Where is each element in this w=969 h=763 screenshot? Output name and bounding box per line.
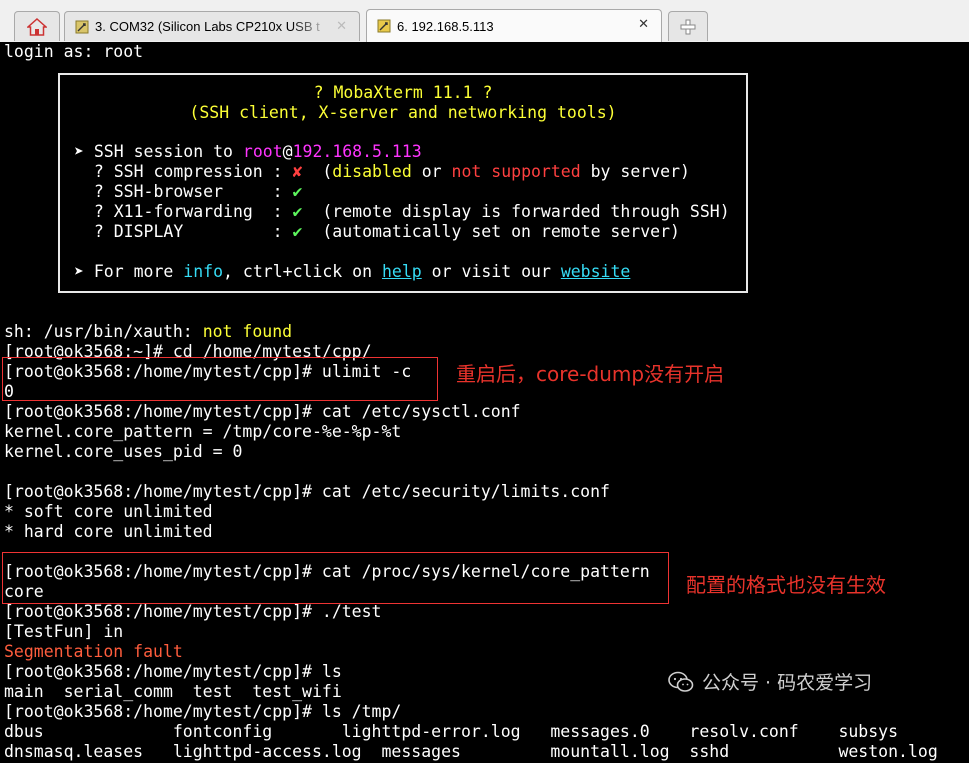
tab-bar: 3. COM32 (Silicon Labs CP210x USB t ✕ 6.… bbox=[0, 0, 969, 43]
session-user: root bbox=[242, 142, 283, 161]
annotation-note-2: 配置的格式也没有生效 bbox=[686, 573, 886, 597]
browser-label: ? SSH-browser : bbox=[74, 182, 293, 201]
tab-label: 6. 192.168.5.113 bbox=[397, 18, 494, 34]
terminal-line: kernel.core_pattern = /tmp/core-%e-%p-%t bbox=[4, 422, 402, 441]
annotation-note-1: 重启后，core-dump没有开启 bbox=[456, 362, 725, 386]
display-note: (automatically set on remote server) bbox=[302, 222, 680, 241]
terminal-line: [root@ok3568:/home/mytest/cpp]# ls /tmp/ bbox=[4, 702, 402, 721]
x11-line: ? X11-forwarding : ✔ (remote display is … bbox=[74, 202, 730, 222]
terminal-line: login as: root bbox=[4, 42, 144, 61]
compression-note-open: ( bbox=[302, 162, 333, 181]
help-link[interactable]: help bbox=[382, 262, 422, 281]
tab-ssh-session[interactable]: 6. 192.168.5.113 ✕ bbox=[366, 9, 662, 42]
x11-note: (remote display is forwarded through SSH… bbox=[302, 202, 730, 221]
more-or: or visit our bbox=[421, 262, 561, 281]
tab-fade bbox=[291, 12, 331, 41]
ssh-session-line: ➤ SSH session to root@192.168.5.113 bbox=[74, 142, 422, 162]
home-tab[interactable] bbox=[14, 11, 60, 41]
tab-com32[interactable]: 3. COM32 (Silicon Labs CP210x USB t ✕ bbox=[64, 11, 360, 41]
cross-icon: ✘ bbox=[292, 162, 303, 181]
ssh-icon bbox=[377, 19, 391, 33]
new-tab-button[interactable] bbox=[668, 11, 708, 41]
terminal-line: * soft core unlimited bbox=[4, 502, 213, 521]
compression-disabled: disabled bbox=[332, 162, 412, 181]
x11-label: ? X11-forwarding : bbox=[74, 202, 293, 221]
terminal-line: [TestFun] in bbox=[4, 622, 124, 641]
terminal-line: [root@ok3568:/home/mytest/cpp]# cat /etc… bbox=[4, 402, 521, 421]
display-line: ? DISPLAY : ✔ (automatically set on remo… bbox=[74, 222, 680, 242]
session-prefix: ➤ SSH session to bbox=[74, 142, 243, 161]
segfault-line: Segmentation fault bbox=[4, 642, 183, 661]
compression-or: or bbox=[411, 162, 452, 181]
banner-title: ? MobaXterm 11.1 ? bbox=[313, 83, 493, 102]
terminal-line: kernel.core_uses_pid = 0 bbox=[4, 442, 243, 461]
info-word: info bbox=[183, 262, 224, 281]
check-icon: ✔ bbox=[292, 222, 303, 241]
session-at: @ bbox=[282, 142, 293, 161]
more-mid: , ctrl+click on bbox=[223, 262, 382, 281]
terminal-line: [root@ok3568:/home/mytest/cpp]# cat /etc… bbox=[4, 482, 610, 501]
compression-not-supported: not supported bbox=[451, 162, 581, 181]
compression-by: by server) bbox=[580, 162, 690, 181]
compression-line: ? SSH compression : ✘ (disabled or not s… bbox=[74, 162, 690, 182]
watermark-text: 公众号 · 码农爱学习 bbox=[702, 672, 873, 694]
terminal-line: dnsmasq.leases lighttpd-access.log messa… bbox=[4, 742, 938, 761]
website-link[interactable]: website bbox=[561, 262, 631, 281]
terminal-line: dbus fontconfig lighttpd-error.log messa… bbox=[4, 722, 899, 741]
terminal-line: [root@ok3568:/home/mytest/cpp]# ls bbox=[4, 662, 342, 681]
terminal-line: * hard core unlimited bbox=[4, 522, 213, 541]
home-icon bbox=[27, 17, 47, 36]
tab-label: 3. COM32 (Silicon Labs CP210x USB t bbox=[95, 19, 320, 34]
terminal-line: main serial_comm test test_wifi bbox=[4, 682, 342, 701]
wechat-icon bbox=[668, 671, 694, 692]
plus-icon bbox=[680, 19, 696, 34]
close-icon[interactable]: ✕ bbox=[638, 16, 649, 32]
more-info-line: ➤ For more info, ctrl+click on help or v… bbox=[74, 262, 630, 282]
more-prefix: ➤ For more bbox=[74, 262, 184, 281]
terminal-line: [root@ok3568:/home/mytest/cpp]# ./test bbox=[4, 602, 382, 621]
banner-subtitle: (SSH client, X-server and networking too… bbox=[189, 103, 617, 122]
xauth-prefix: sh: /usr/bin/xauth: bbox=[4, 322, 203, 341]
ssh-browser-line: ? SSH-browser : ✔ bbox=[74, 182, 303, 202]
xauth-notfound: not found bbox=[202, 322, 293, 341]
close-icon[interactable]: ✕ bbox=[336, 18, 347, 34]
watermark: 公众号 · 码农爱学习 bbox=[668, 668, 872, 695]
check-icon: ✔ bbox=[292, 202, 303, 221]
compression-label: ? SSH compression : bbox=[74, 162, 293, 181]
terminal-area[interactable]: login as: root ? MobaXterm 11.1 ? (SSH c… bbox=[0, 42, 969, 763]
annotation-box-ulimit bbox=[2, 357, 438, 401]
check-icon: ✔ bbox=[292, 182, 303, 201]
display-label: ? DISPLAY : bbox=[74, 222, 293, 241]
serial-port-icon bbox=[75, 20, 89, 33]
xauth-line: sh: /usr/bin/xauth: not found bbox=[4, 322, 292, 342]
session-host: 192.168.5.113 bbox=[292, 142, 422, 161]
annotation-box-core-pattern bbox=[2, 552, 669, 604]
